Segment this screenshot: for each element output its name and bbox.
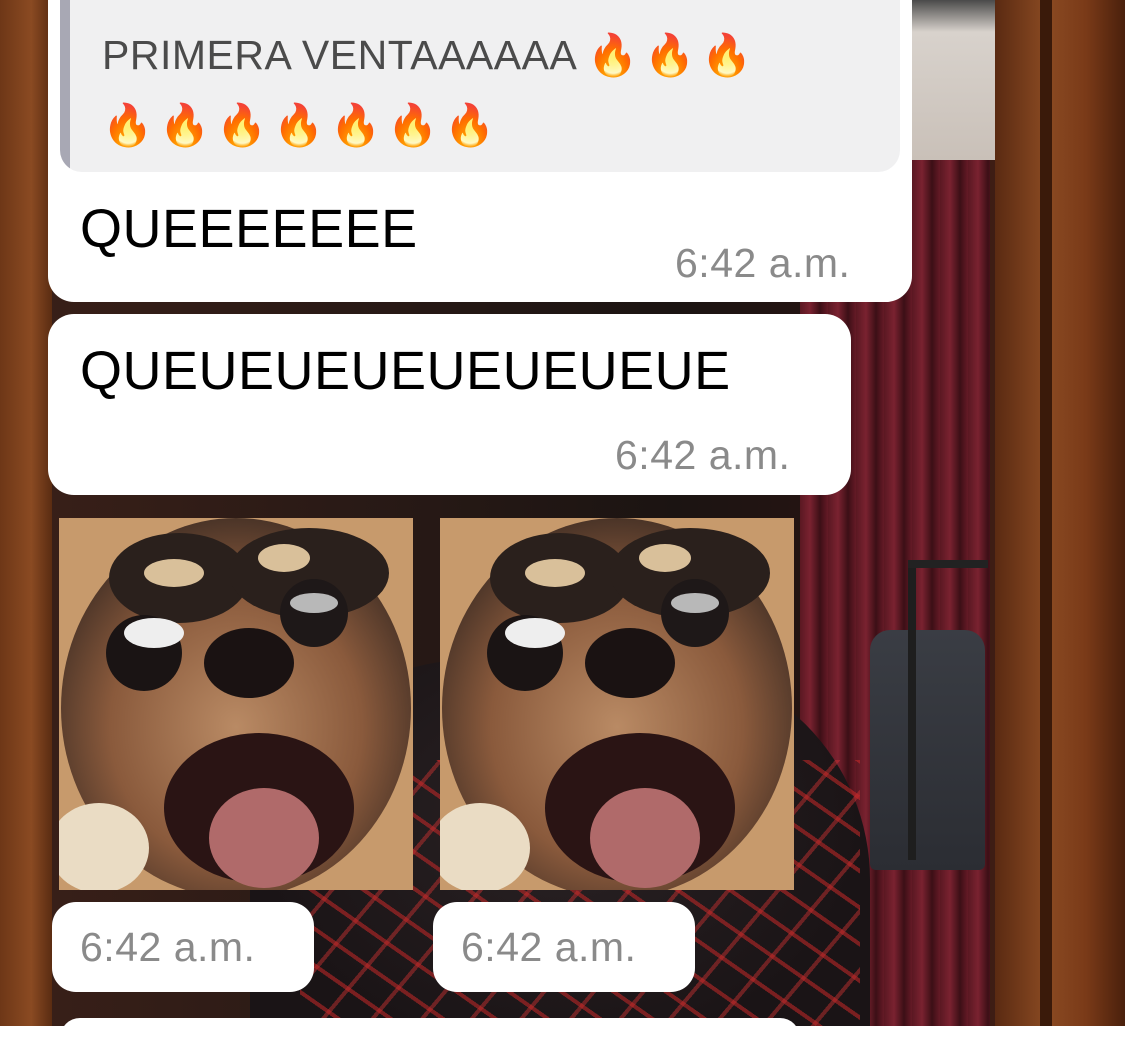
chihuahua-sticker[interactable]	[59, 518, 413, 890]
message-text: QUEEEEEEE	[80, 199, 418, 259]
sticker-timestamp: 6:42 a.m.	[80, 924, 256, 970]
fire-emoji-row: 🔥🔥🔥	[586, 32, 759, 78]
quote-bar	[60, 0, 70, 172]
wallpaper-clothes-rack	[900, 560, 990, 860]
message-text: QUEUEUEUEUEUEUEUE	[80, 341, 731, 401]
wallpaper-door-frame-left	[0, 0, 52, 1026]
sticker-timestamp: 6:42 a.m.	[461, 924, 637, 970]
quoted-message-text: PRIMERA VENTAAAAAA	[102, 32, 576, 78]
message-timestamp: 6:42 a.m.	[615, 432, 791, 478]
sticker-timestamp-bubble: 6:42 a.m.	[433, 902, 695, 992]
wallpaper-door-edge	[1040, 0, 1052, 1026]
chihuahua-sticker-icon	[440, 518, 794, 890]
fire-emoji-row: 🔥🔥🔥🔥🔥🔥🔥	[102, 102, 502, 148]
quoted-reply[interactable]: PRIMERA VENTAAAAAA 🔥🔥🔥 🔥🔥🔥🔥🔥🔥🔥	[60, 0, 900, 172]
quoted-reply-text: PRIMERA VENTAAAAAA 🔥🔥🔥 🔥🔥🔥🔥🔥🔥🔥	[102, 20, 892, 160]
sticker-timestamp-bubble: 6:42 a.m.	[52, 902, 314, 992]
message-timestamp: 6:42 a.m.	[675, 240, 851, 286]
message-bubble[interactable]	[60, 1018, 800, 1058]
chihuahua-sticker[interactable]	[440, 518, 794, 890]
chihuahua-sticker-icon	[59, 518, 413, 890]
wallpaper-door-frame-right	[995, 0, 1125, 1026]
